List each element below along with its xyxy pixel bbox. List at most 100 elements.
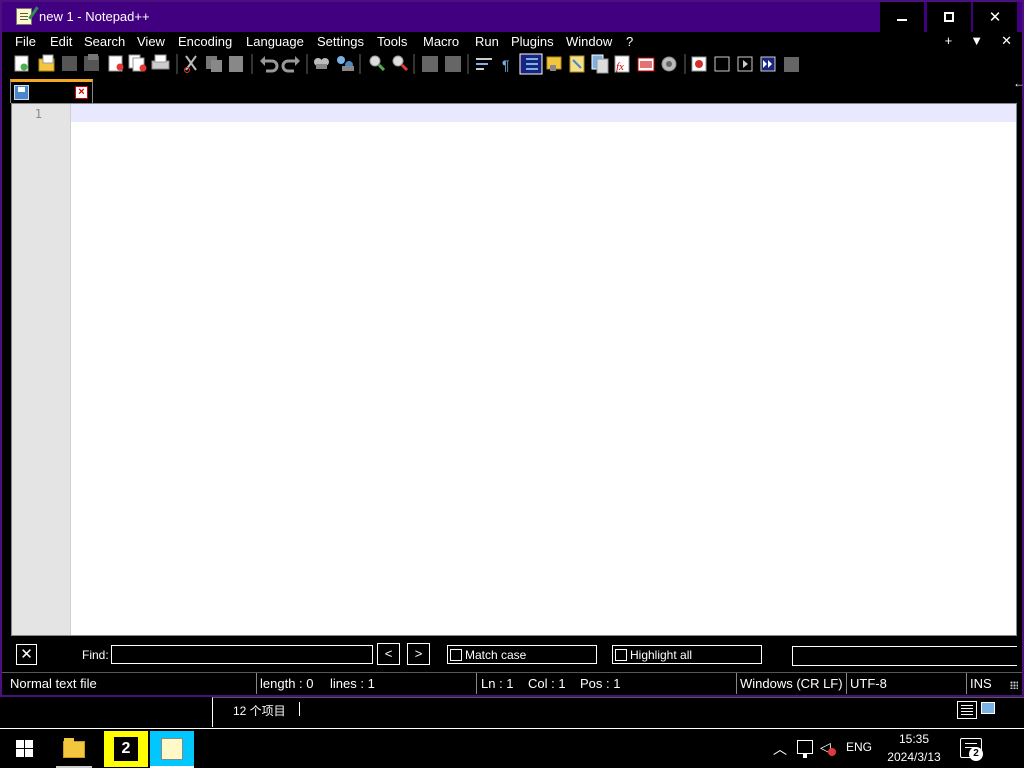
editor-area[interactable]: 1: [11, 103, 1017, 636]
menu-view[interactable]: View: [137, 34, 165, 49]
stop-recording-icon[interactable]: [714, 56, 730, 72]
find-next-button[interactable]: >: [407, 643, 430, 665]
folder-as-workspace-icon[interactable]: [637, 57, 655, 72]
item-count: 12 个项目: [233, 704, 286, 718]
record-macro-icon[interactable]: [691, 56, 707, 72]
clock-date[interactable]: 2024/3/13: [884, 750, 944, 764]
match-case-checkbox[interactable]: [450, 648, 462, 661]
tab-list-dropdown[interactable]: ▼: [970, 33, 983, 49]
status-lines: lines : 1: [330, 676, 375, 691]
sync-horizontal-icon[interactable]: [445, 56, 461, 72]
status-divider: [476, 673, 477, 694]
menu-encoding[interactable]: Encoding: [178, 34, 232, 49]
status-divider: [256, 673, 257, 694]
input-language[interactable]: ENG: [846, 740, 872, 754]
status-bar: Normal text file length : 0 lines : 1 Ln…: [2, 672, 1022, 694]
close-file-icon[interactable]: [108, 55, 124, 72]
status-encoding[interactable]: UTF-8: [850, 676, 887, 691]
show-hidden-icons-icon[interactable]: ︿: [773, 739, 787, 759]
minimize-button[interactable]: [880, 2, 924, 32]
menu-run[interactable]: Run: [475, 34, 499, 49]
start-button[interactable]: [0, 729, 48, 768]
new-file-icon[interactable]: [14, 55, 29, 72]
find-previous-button[interactable]: <: [377, 643, 400, 665]
user-language-icon[interactable]: [546, 56, 562, 71]
tab-close-icon[interactable]: ×: [75, 86, 88, 99]
current-line-highlight[interactable]: [71, 104, 1016, 122]
taskbar-file-explorer[interactable]: [52, 731, 96, 768]
close-button[interactable]: ✕: [973, 2, 1017, 32]
menu-plugins[interactable]: Plugins: [511, 34, 554, 49]
replace-icon[interactable]: [337, 56, 354, 71]
clock-time[interactable]: 15:35: [884, 732, 944, 746]
taskbar-notepadpp[interactable]: [150, 731, 194, 768]
print-icon[interactable]: [151, 54, 170, 70]
show-all-characters-icon[interactable]: ¶: [502, 57, 510, 73]
resize-grip[interactable]: [1010, 681, 1018, 689]
large-icons-view-icon[interactable]: [981, 702, 995, 714]
monitoring-icon[interactable]: [661, 56, 677, 72]
paste-icon[interactable]: [229, 56, 243, 72]
status-divider: [966, 673, 967, 694]
menu-language[interactable]: Language: [246, 34, 304, 49]
match-case-option[interactable]: Match case: [447, 645, 597, 664]
open-file-icon[interactable]: [38, 54, 55, 72]
menu-search[interactable]: Search: [84, 34, 125, 49]
file-explorer-icon: [63, 737, 85, 758]
title-bar[interactable]: new 1 - Notepad++ ✕: [2, 2, 1022, 32]
find-bar-close-button[interactable]: ✕: [16, 644, 37, 665]
highlight-all-option[interactable]: Highlight all: [612, 645, 762, 664]
close-all-icon[interactable]: [128, 54, 147, 72]
menu-window[interactable]: Window: [566, 34, 612, 49]
status-divider: [736, 673, 737, 694]
line-number-gutter: 1: [12, 104, 71, 635]
close-icon: ✕: [988, 9, 1002, 26]
save-all-icon[interactable]: [84, 54, 99, 71]
run-macro-multiple-icon[interactable]: [760, 56, 776, 72]
taskbar-app-2x[interactable]: 2: [104, 731, 148, 767]
status-file-type: Normal text file: [10, 676, 97, 691]
menu-macro[interactable]: Macro: [423, 34, 459, 49]
tab-bar: ×: [2, 76, 1022, 103]
function-list-icon[interactable]: fx: [614, 55, 630, 73]
save-macro-icon[interactable]: [784, 57, 799, 72]
status-eol[interactable]: Windows (CR LF): [740, 676, 843, 691]
find-input[interactable]: [111, 645, 373, 664]
menu-tools[interactable]: Tools: [377, 34, 407, 49]
copy-icon[interactable]: [206, 56, 222, 72]
sync-vertical-icon[interactable]: [422, 56, 438, 72]
zoom-in-icon[interactable]: [369, 55, 386, 72]
network-icon[interactable]: [797, 740, 813, 758]
cut-icon[interactable]: [184, 55, 197, 73]
tab-new-1[interactable]: ×: [10, 79, 93, 103]
notepadpp-app-icon[interactable]: [16, 8, 32, 25]
menu-settings[interactable]: Settings: [317, 34, 364, 49]
status-insert-mode[interactable]: INS: [970, 676, 992, 691]
resize-arrow-icon: ←: [1013, 76, 1024, 90]
doc-list-icon[interactable]: [591, 54, 609, 74]
details-view-icon[interactable]: [957, 701, 977, 719]
zoom-out-icon[interactable]: [392, 55, 409, 72]
window-title: new 1 - Notepad++: [39, 9, 150, 24]
svg-text:¶: ¶: [502, 57, 510, 73]
undo-icon[interactable]: [260, 56, 279, 73]
indent-guide-icon[interactable]: [519, 53, 543, 75]
menu-file[interactable]: File: [15, 34, 36, 49]
word-wrap-icon[interactable]: [476, 58, 492, 70]
find-icon[interactable]: [314, 58, 329, 69]
incremental-find-bar: ✕ Find: < > Match case Highlight all: [11, 638, 1017, 670]
menu-help[interactable]: ?: [626, 34, 633, 49]
highlight-all-label: Highlight all: [630, 647, 693, 662]
doc-map-icon[interactable]: [569, 55, 585, 73]
menu-edit[interactable]: Edit: [50, 34, 72, 49]
close-document-button[interactable]: ✕: [1001, 33, 1012, 49]
highlight-all-checkbox[interactable]: [615, 648, 627, 661]
new-tab-button[interactable]: +: [945, 33, 953, 49]
maximize-button[interactable]: [927, 2, 971, 32]
menu-bar: File Edit Search View Encoding Language …: [2, 32, 1022, 52]
redo-icon[interactable]: [281, 56, 300, 73]
save-icon[interactable]: [62, 56, 77, 71]
playback-macro-icon[interactable]: [737, 56, 753, 72]
status-pos: Pos : 1: [580, 676, 621, 691]
windows-logo-icon: [15, 740, 33, 757]
